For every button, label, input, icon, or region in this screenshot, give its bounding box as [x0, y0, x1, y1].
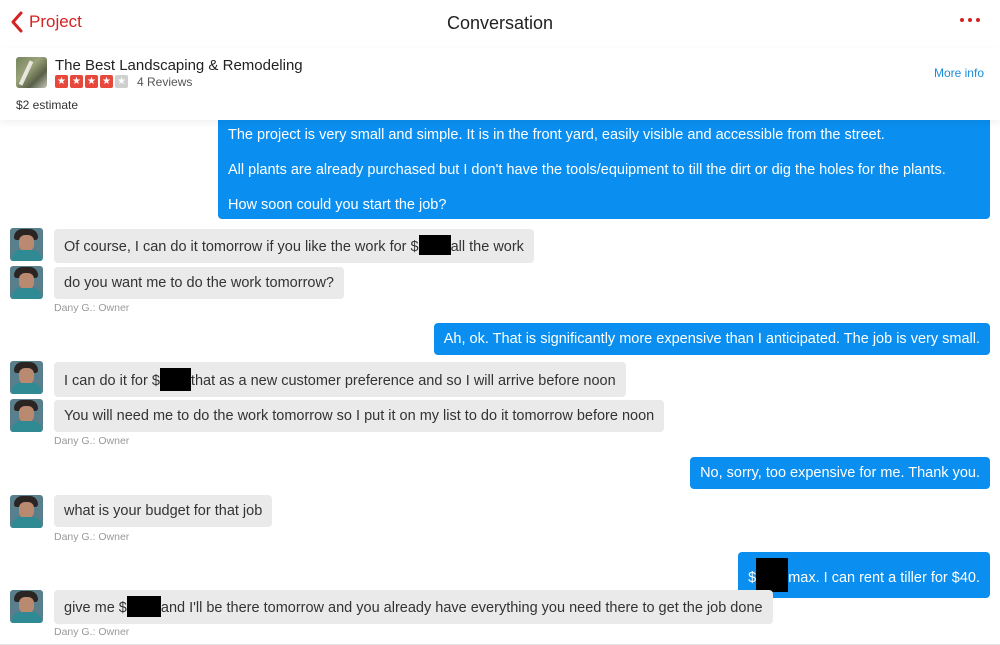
- business-header: The Best Landscaping & Remodeling ★ ★ ★ …: [0, 48, 1000, 120]
- message-text: do you want me to do the work tomorrow?: [64, 275, 334, 291]
- star-rating: ★ ★ ★ ★ ★: [55, 75, 128, 88]
- message-text: No, sorry, too expensive for me. Thank y…: [700, 465, 980, 481]
- message-text: what is your budget for that job: [64, 503, 263, 519]
- avatar[interactable]: [10, 228, 43, 261]
- business-name[interactable]: The Best Landscaping & Remodeling: [55, 57, 303, 74]
- star-icon: ★: [85, 75, 98, 88]
- outgoing-message: Ah, ok. That is significantly more expen…: [433, 323, 990, 355]
- more-dots-icon[interactable]: [960, 12, 980, 28]
- message-paragraph: All plants are already purchased but I d…: [228, 162, 946, 178]
- message-paragraph: The project is very small and simple. It…: [228, 127, 885, 143]
- avatar[interactable]: [10, 399, 43, 432]
- incoming-message: You will need me to do the work tomorrow…: [54, 400, 665, 432]
- message-text: give me $: [64, 600, 127, 616]
- sender-label: Dany G.: Owner: [54, 302, 130, 314]
- avatar[interactable]: [10, 361, 43, 394]
- message-paragraph: How soon could you start the job?: [228, 197, 447, 213]
- sender-label: Dany G.: Owner: [54, 626, 130, 638]
- review-count[interactable]: 4 Reviews: [137, 75, 192, 89]
- page-title: Conversation: [446, 13, 554, 33]
- incoming-message: I can do it for $ that as a new customer …: [54, 362, 626, 397]
- more-info-link[interactable]: More info: [934, 66, 984, 80]
- message-text: all the work: [450, 239, 524, 255]
- sender-label: Dany G.: Owner: [54, 435, 130, 447]
- estimate-label: $2 estimate: [16, 98, 79, 112]
- incoming-message: Of course, I can do it tomorrow if you l…: [54, 229, 534, 263]
- message-text: You will need me to do the work tomorrow…: [64, 408, 655, 424]
- message-text: Of course, I can do it tomorrow if you l…: [64, 239, 419, 255]
- message-text: $: [748, 570, 757, 586]
- redaction-block: [126, 596, 161, 617]
- message-text: that as a new customer preference and so…: [190, 373, 616, 389]
- redaction-block: [418, 235, 451, 255]
- avatar[interactable]: [10, 590, 43, 623]
- redaction-block: [159, 368, 191, 391]
- message-text: Ah, ok. That is significantly more expen…: [443, 331, 980, 347]
- redaction-block: [756, 558, 789, 592]
- sender-label: Dany G.: Owner: [54, 531, 130, 543]
- star-icon: ★: [70, 75, 83, 88]
- outgoing-message: The project is very small and simple. It…: [218, 115, 990, 219]
- conversation-screen: Project Conversation The Best Landscapin…: [0, 0, 1000, 645]
- star-icon: ★: [55, 75, 68, 88]
- outgoing-message: $ max. I can rent a tiller for $40.: [738, 552, 990, 598]
- message-text: max. I can rent a tiller for $40.: [788, 570, 980, 586]
- message-text: I can do it for $: [64, 373, 160, 389]
- incoming-message: give me $ and I'll be there tomorrow and …: [54, 590, 773, 624]
- business-photo[interactable]: [16, 57, 47, 88]
- top-nav: Project Conversation: [0, 0, 1000, 48]
- outgoing-message: No, sorry, too expensive for me. Thank y…: [690, 457, 990, 489]
- incoming-message: what is your budget for that job: [54, 495, 273, 527]
- avatar[interactable]: [10, 495, 43, 528]
- avatar[interactable]: [10, 266, 43, 299]
- incoming-message: do you want me to do the work tomorrow?: [54, 267, 344, 299]
- message-text: and I'll be there tomorrow and you alrea…: [160, 600, 763, 616]
- star-empty-icon: ★: [115, 75, 128, 88]
- star-icon: ★: [100, 75, 113, 88]
